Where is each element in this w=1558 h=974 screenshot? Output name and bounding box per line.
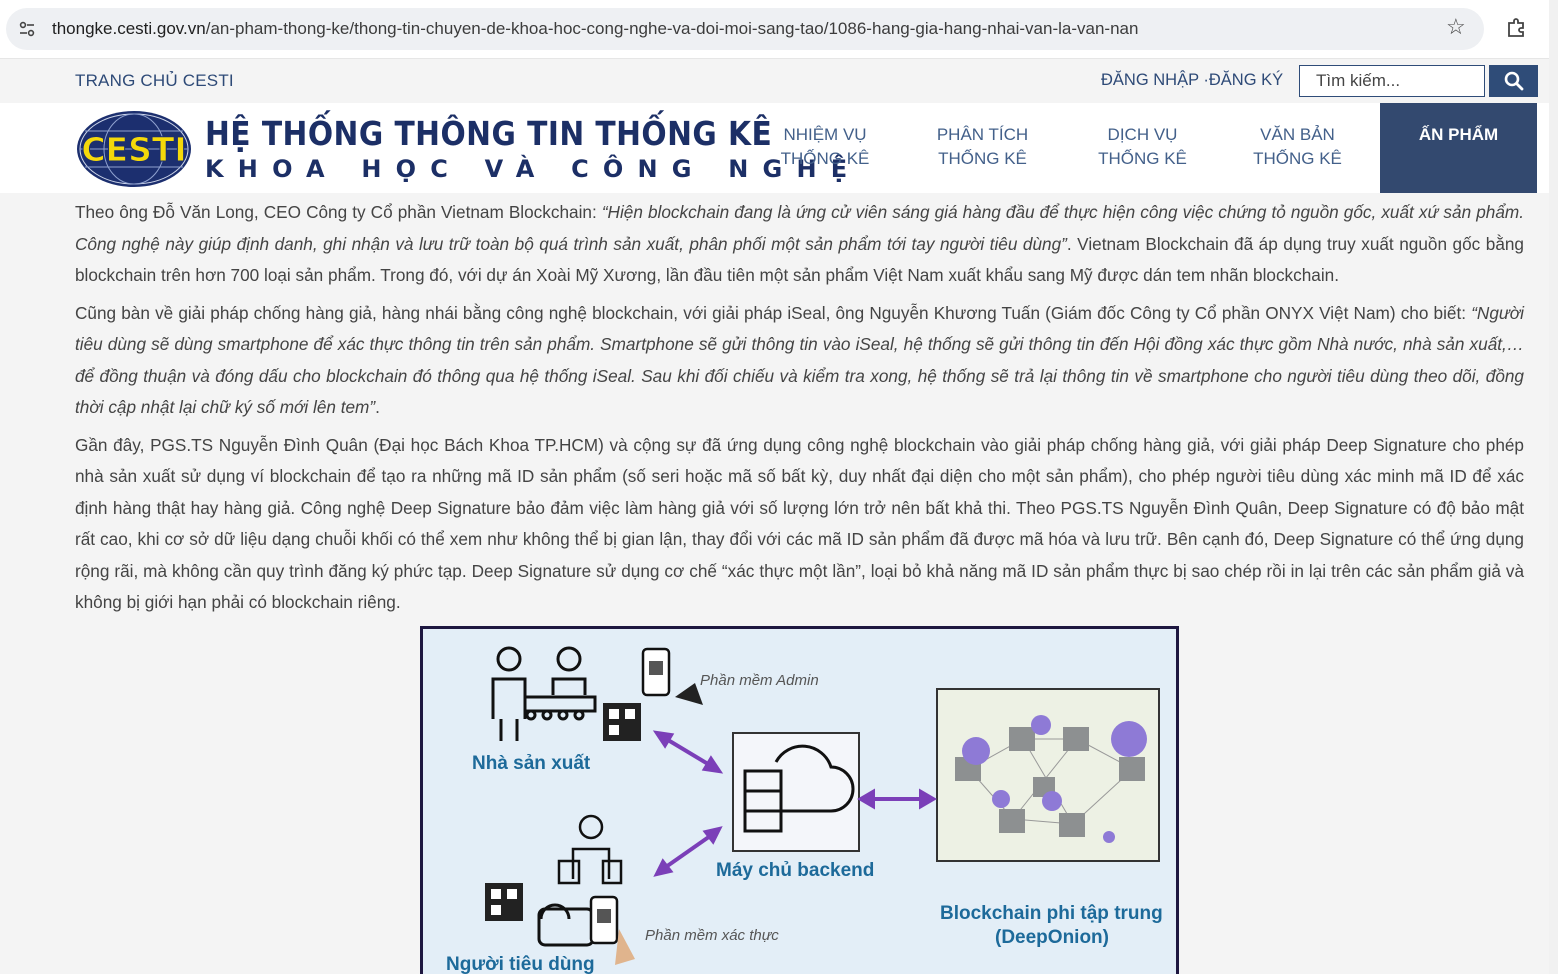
nav-dich-vu-thong-ke[interactable]: DỊCH VỤ THỐNG KÊ [1085,123,1200,171]
backend-label: Máy chủ backend [716,860,875,881]
nav-label: THỐNG KÊ [1253,149,1342,168]
extensions-icon[interactable] [1506,16,1528,38]
manufacturer-icon [491,646,597,741]
manufacturer-label: Nhà sản xuất [472,753,591,774]
bookmark-star-icon[interactable]: ☆ [1446,14,1466,40]
site-title-line1: HỆ THỐNG THÔNG TIN THỐNG KÊ [205,114,773,153]
nav-label: THỐNG KÊ [938,149,1027,168]
p1-lead: Theo ông Đỗ Văn Long, CEO Công ty Cổ phầ… [75,202,602,222]
nav-label: PHÂN TÍCH [936,125,1029,144]
browser-toolbar: thongke.cesti.gov.vn/an-pham-thong-ke/th… [0,0,1558,59]
site-settings-icon[interactable] [18,20,36,38]
paragraph-1: Theo ông Đỗ Văn Long, CEO Công ty Cổ phầ… [75,197,1524,292]
article-body: Theo ông Đỗ Văn Long, CEO Công ty Cổ phầ… [75,197,1524,625]
blockchain-network-icon [936,688,1160,862]
url-text[interactable]: thongke.cesti.gov.vn/an-pham-thong-ke/th… [52,19,1138,39]
url-host: thongke.cesti.gov.vn [52,19,206,38]
logo-text: CESTI [81,130,186,169]
nav-phan-tich-thong-ke[interactable]: PHÂN TÍCH THỐNG KÊ [925,123,1040,171]
search-button[interactable] [1489,65,1538,97]
nav-label: THỐNG KÊ [780,149,870,168]
p2-tail: . [375,397,380,417]
site-header: CESTI HỆ THỐNG THÔNG TIN THỐNG KÊ KHOA H… [0,103,1549,193]
nav-van-ban-thong-ke[interactable]: VĂN BẢN THỐNG KÊ [1240,123,1355,171]
admin-software-label: Phần mềm Admin [700,672,819,689]
consumer-icon [557,814,623,885]
scrollbar[interactable] [1549,0,1558,974]
qr-code-icon [603,703,641,741]
consumer-label: Người tiêu dùng [446,954,595,974]
url-path: /an-pham-thong-ke/thong-tin-chuyen-de-kh… [205,19,1139,38]
nav-label: VĂN BẢN [1260,125,1335,144]
cesti-logo[interactable]: CESTI [75,109,193,189]
paragraph-2: Cũng bàn về giải pháp chống hàng giả, hà… [75,298,1524,424]
verify-software-label: Phần mềm xác thực [645,927,779,944]
blockchain-label: Blockchain phi tập trung [940,903,1163,924]
utility-bar: TRANG CHỦ CESTI ĐĂNG NHẬP ·ĐĂNG KÝ [0,59,1549,103]
site-title-line2: KHOA HỌC VÀ CÔNG NGHỆ [205,155,862,183]
nav-an-pham[interactable]: ẤN PHẨM [1380,103,1537,193]
nav-nhiem-vu-thong-ke[interactable]: NHIỆM VỤ THỐNG KÊ [770,123,880,171]
nav-label: THỐNG KÊ [1098,149,1187,168]
p2-lead: Cũng bàn về giải pháp chống hàng giả, hà… [75,302,1472,323]
home-link[interactable]: TRANG CHỦ CESTI [75,71,234,91]
backend-server-icon [732,732,860,852]
nav-label: DỊCH VỤ [1107,125,1178,144]
phone-admin-icon [641,647,703,705]
address-bar[interactable]: thongke.cesti.gov.vn/an-pham-thong-ke/th… [6,8,1484,50]
search-icon [1504,71,1523,91]
search-input[interactable] [1299,65,1485,97]
nav-label: ẤN PHẨM [1418,125,1499,144]
paragraph-3: Gần đây, PGS.TS Nguyễn Đình Quân (Đại họ… [75,434,1524,613]
blockchain-diagram-image: Phần mềm Admin Nhà sản xuất Máy chủ back… [420,626,1179,974]
qr-code-icon [485,883,523,921]
nav-label: NHIỆM VỤ [783,125,867,144]
deeponion-label: (DeepOnion) [995,927,1109,948]
login-register-link[interactable]: ĐĂNG NHẬP ·ĐĂNG KÝ [1101,71,1283,90]
